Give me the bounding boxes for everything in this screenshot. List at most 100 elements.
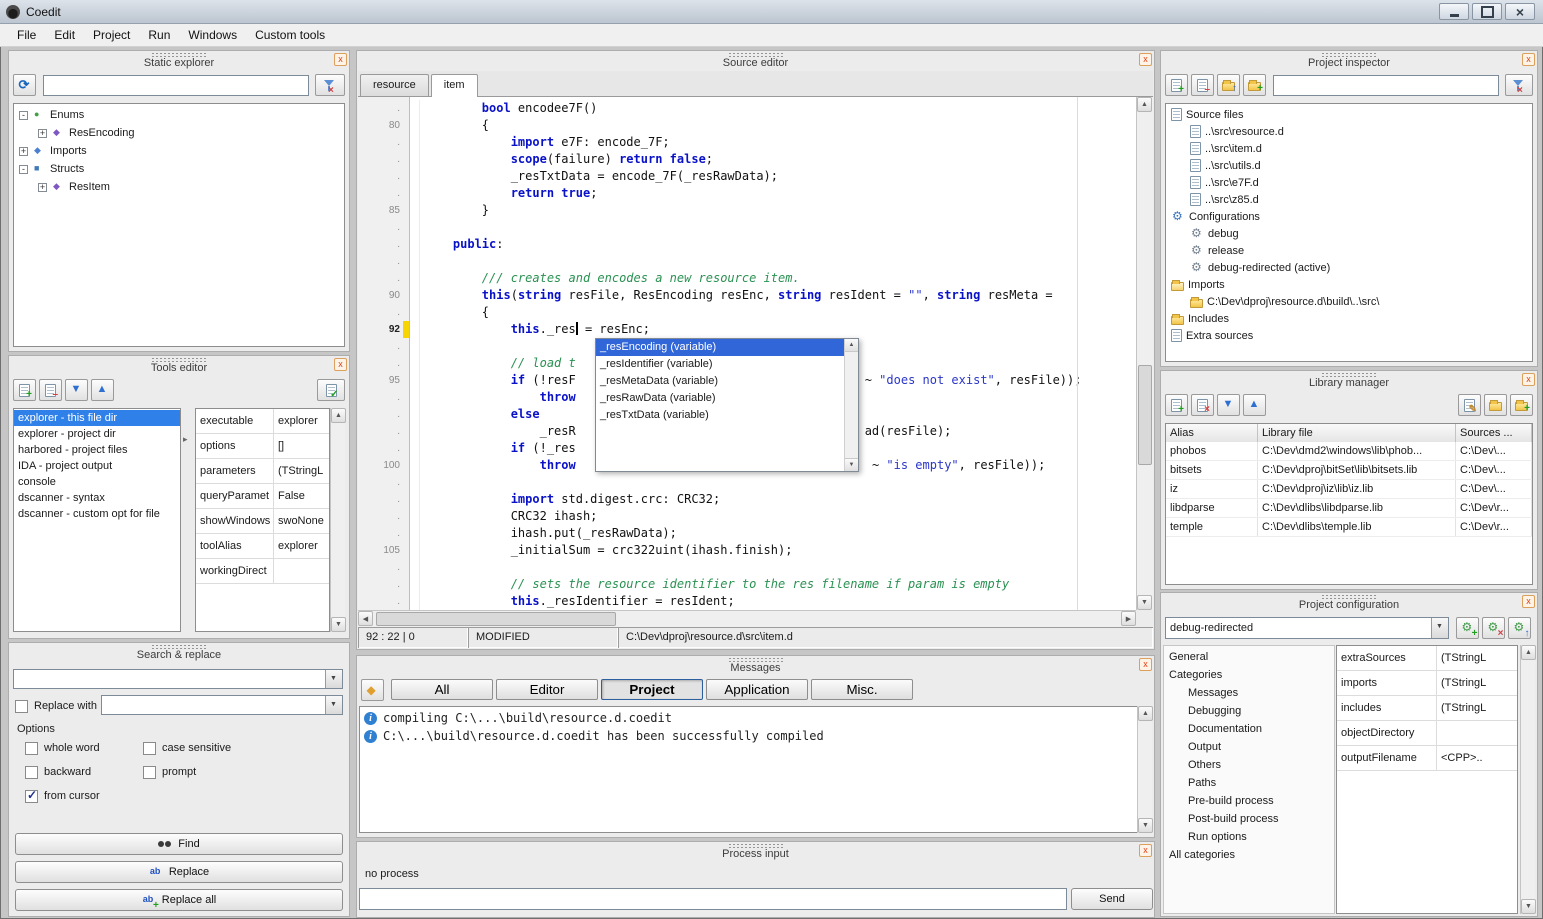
property-value[interactable]: swoNone xyxy=(274,509,329,533)
menu-item[interactable]: File xyxy=(8,25,45,45)
configuration-scrollbar[interactable]: ▲ ▼ xyxy=(1520,645,1535,914)
library-action-button[interactable] xyxy=(1165,394,1188,416)
menu-item[interactable]: Windows xyxy=(179,25,246,45)
scroll-up-button[interactable]: ▲ xyxy=(1138,706,1153,721)
code-line[interactable]: . import e7F: encode_7F; xyxy=(358,134,1136,151)
close-panel-icon[interactable]: x xyxy=(334,53,347,66)
code-line[interactable]: . public: xyxy=(358,236,1136,253)
code-line[interactable]: . this._resIdentifier = resIdent; xyxy=(358,593,1136,610)
configuration-action-button[interactable] xyxy=(1456,617,1479,639)
replace-with-checkbox[interactable] xyxy=(15,700,28,713)
library-row[interactable]: iz C:\Dev\dproj\iz\lib\iz.lib C:\Dev\... xyxy=(1166,480,1532,499)
category-tree-item[interactable]: Messages xyxy=(1164,684,1334,702)
scroll-down-button[interactable]: ▼ xyxy=(1137,595,1152,610)
message-filter-button[interactable]: Misc. xyxy=(811,679,913,700)
library-row[interactable]: phobos C:\Dev\dmd2\windows\lib\phob... C… xyxy=(1166,442,1532,461)
completion-item[interactable]: _resTxtData (variable) xyxy=(596,407,844,424)
option-checkbox[interactable] xyxy=(25,742,38,755)
column-header[interactable]: Sources ... xyxy=(1456,424,1532,442)
inspector-action-button[interactable] xyxy=(1243,74,1266,96)
project-tree-item[interactable]: Configurations xyxy=(1166,208,1532,225)
property-value[interactable]: (TStringL xyxy=(1437,696,1517,720)
category-tree-item[interactable]: Others xyxy=(1164,756,1334,774)
column-header[interactable]: Library file xyxy=(1258,424,1456,442)
code-line[interactable]: . return true; xyxy=(358,185,1136,202)
symbol-tree-item[interactable]: + Imports xyxy=(14,142,344,160)
library-row[interactable]: bitsets C:\Dev\dproj\bitSet\lib\bitsets.… xyxy=(1166,461,1532,480)
project-tree-item[interactable]: Extra sources xyxy=(1166,327,1532,344)
tool-list-item[interactable]: explorer - project dir xyxy=(14,426,180,442)
property-row[interactable]: queryParamet False xyxy=(196,484,329,509)
caption-button[interactable] xyxy=(1472,3,1502,20)
library-action-button[interactable] xyxy=(1191,394,1214,416)
search-option[interactable]: from cursor xyxy=(25,787,143,805)
code-line[interactable]: . { xyxy=(358,304,1136,321)
refresh-button[interactable] xyxy=(13,74,36,96)
property-row[interactable]: executable explorer xyxy=(196,409,329,434)
category-tree-item[interactable]: Pre-build process xyxy=(1164,792,1334,810)
search-option[interactable]: backward xyxy=(25,763,143,781)
project-tree-item[interactable]: debug xyxy=(1166,225,1532,242)
property-row[interactable]: includes (TStringL xyxy=(1337,696,1517,721)
code-line[interactable]: 90 this(string resFile, ResEncoding resE… xyxy=(358,287,1136,304)
scroll-up-button[interactable]: ▲ xyxy=(331,408,346,423)
scroll-right-button[interactable]: ▶ xyxy=(1121,611,1136,626)
editor-vertical-scrollbar[interactable]: ▲ ▼ xyxy=(1136,97,1153,610)
completion-scrollbar[interactable]: ▲ ▼ xyxy=(844,339,858,471)
tool-list-item[interactable]: dscanner - custom opt for file xyxy=(14,506,180,522)
project-tree-item[interactable]: Source files xyxy=(1166,106,1532,123)
code-line[interactable]: 105 _initialSum = crc322uint(ihash.finis… xyxy=(358,542,1136,559)
editor-horizontal-scrollbar[interactable]: ◀ ▶ xyxy=(358,610,1136,627)
option-checkbox[interactable] xyxy=(25,790,38,803)
inspector-action-button[interactable] xyxy=(1191,74,1214,96)
project-tree-item[interactable]: Includes xyxy=(1166,310,1532,327)
menu-item[interactable]: Run xyxy=(139,25,179,45)
scroll-up-button[interactable]: ▲ xyxy=(1521,645,1536,660)
property-value[interactable]: explorer xyxy=(274,409,329,433)
inspector-filter-input[interactable] xyxy=(1273,75,1499,96)
completion-item[interactable]: _resEncoding (variable) xyxy=(596,339,844,356)
property-row[interactable]: imports (TStringL xyxy=(1337,671,1517,696)
search-option[interactable]: case sensitive xyxy=(143,739,343,757)
category-tree-item[interactable]: Output xyxy=(1164,738,1334,756)
code-line[interactable]: . scope(failure) return false; xyxy=(358,151,1136,168)
message-filter-button[interactable]: Editor xyxy=(496,679,598,700)
project-tree-item[interactable]: ..\src\e7F.d xyxy=(1166,174,1532,191)
category-tree-item[interactable]: General xyxy=(1164,648,1334,666)
scrollbar-thumb[interactable] xyxy=(376,612,616,626)
scroll-down-button[interactable]: ▼ xyxy=(1138,818,1153,833)
library-action-button[interactable] xyxy=(1217,394,1240,416)
library-action-button[interactable] xyxy=(1243,394,1266,416)
tool-action-button[interactable] xyxy=(91,379,114,401)
scroll-up-button[interactable]: ▲ xyxy=(1137,97,1152,112)
message-filter-button[interactable]: Project xyxy=(601,679,703,700)
scroll-down-button[interactable]: ▼ xyxy=(331,617,346,632)
search-option[interactable]: prompt xyxy=(143,763,343,781)
process-stdin-input[interactable] xyxy=(359,888,1067,910)
configuration-combo[interactable]: debug-redirected xyxy=(1165,617,1449,639)
tree-expander-icon[interactable]: - xyxy=(19,165,28,174)
message-row[interactable]: C:\...\build\resource.d.coedit has been … xyxy=(360,727,1151,745)
find-button[interactable]: Find xyxy=(15,833,343,855)
message-row[interactable]: compiling C:\...\build\resource.d.coedit xyxy=(360,709,1151,727)
tool-list-item[interactable]: harbored - project files xyxy=(14,442,180,458)
completion-item[interactable]: _resRawData (variable) xyxy=(596,390,844,407)
tool-action-button[interactable] xyxy=(65,379,88,401)
tool-list-item[interactable]: dscanner - syntax xyxy=(14,490,180,506)
project-tree-item[interactable]: ..\src\resource.d xyxy=(1166,123,1532,140)
code-line[interactable]: . CRC32 ihash; xyxy=(358,508,1136,525)
tree-expander-icon[interactable]: + xyxy=(38,129,47,138)
code-line[interactable]: 80 { xyxy=(358,117,1136,134)
search-term-combo[interactable] xyxy=(13,669,343,689)
symbol-tree-item[interactable]: + ResItem xyxy=(14,178,344,196)
messages-scrollbar[interactable]: ▲ ▼ xyxy=(1137,706,1152,833)
scroll-down-button[interactable]: ▼ xyxy=(845,458,858,471)
tool-list-item[interactable]: IDA - project output xyxy=(14,458,180,474)
scroll-up-button[interactable]: ▲ xyxy=(845,339,858,352)
category-tree-item[interactable]: Paths xyxy=(1164,774,1334,792)
tool-list-item[interactable]: explorer - this file dir xyxy=(14,410,180,426)
caption-button[interactable] xyxy=(1505,3,1535,20)
completion-item[interactable]: _resMetaData (variable) xyxy=(596,373,844,390)
symbol-tree-item[interactable]: + ResEncoding xyxy=(14,124,344,142)
code-line[interactable]: . _resTxtData = encode_7F(_resRawData); xyxy=(358,168,1136,185)
